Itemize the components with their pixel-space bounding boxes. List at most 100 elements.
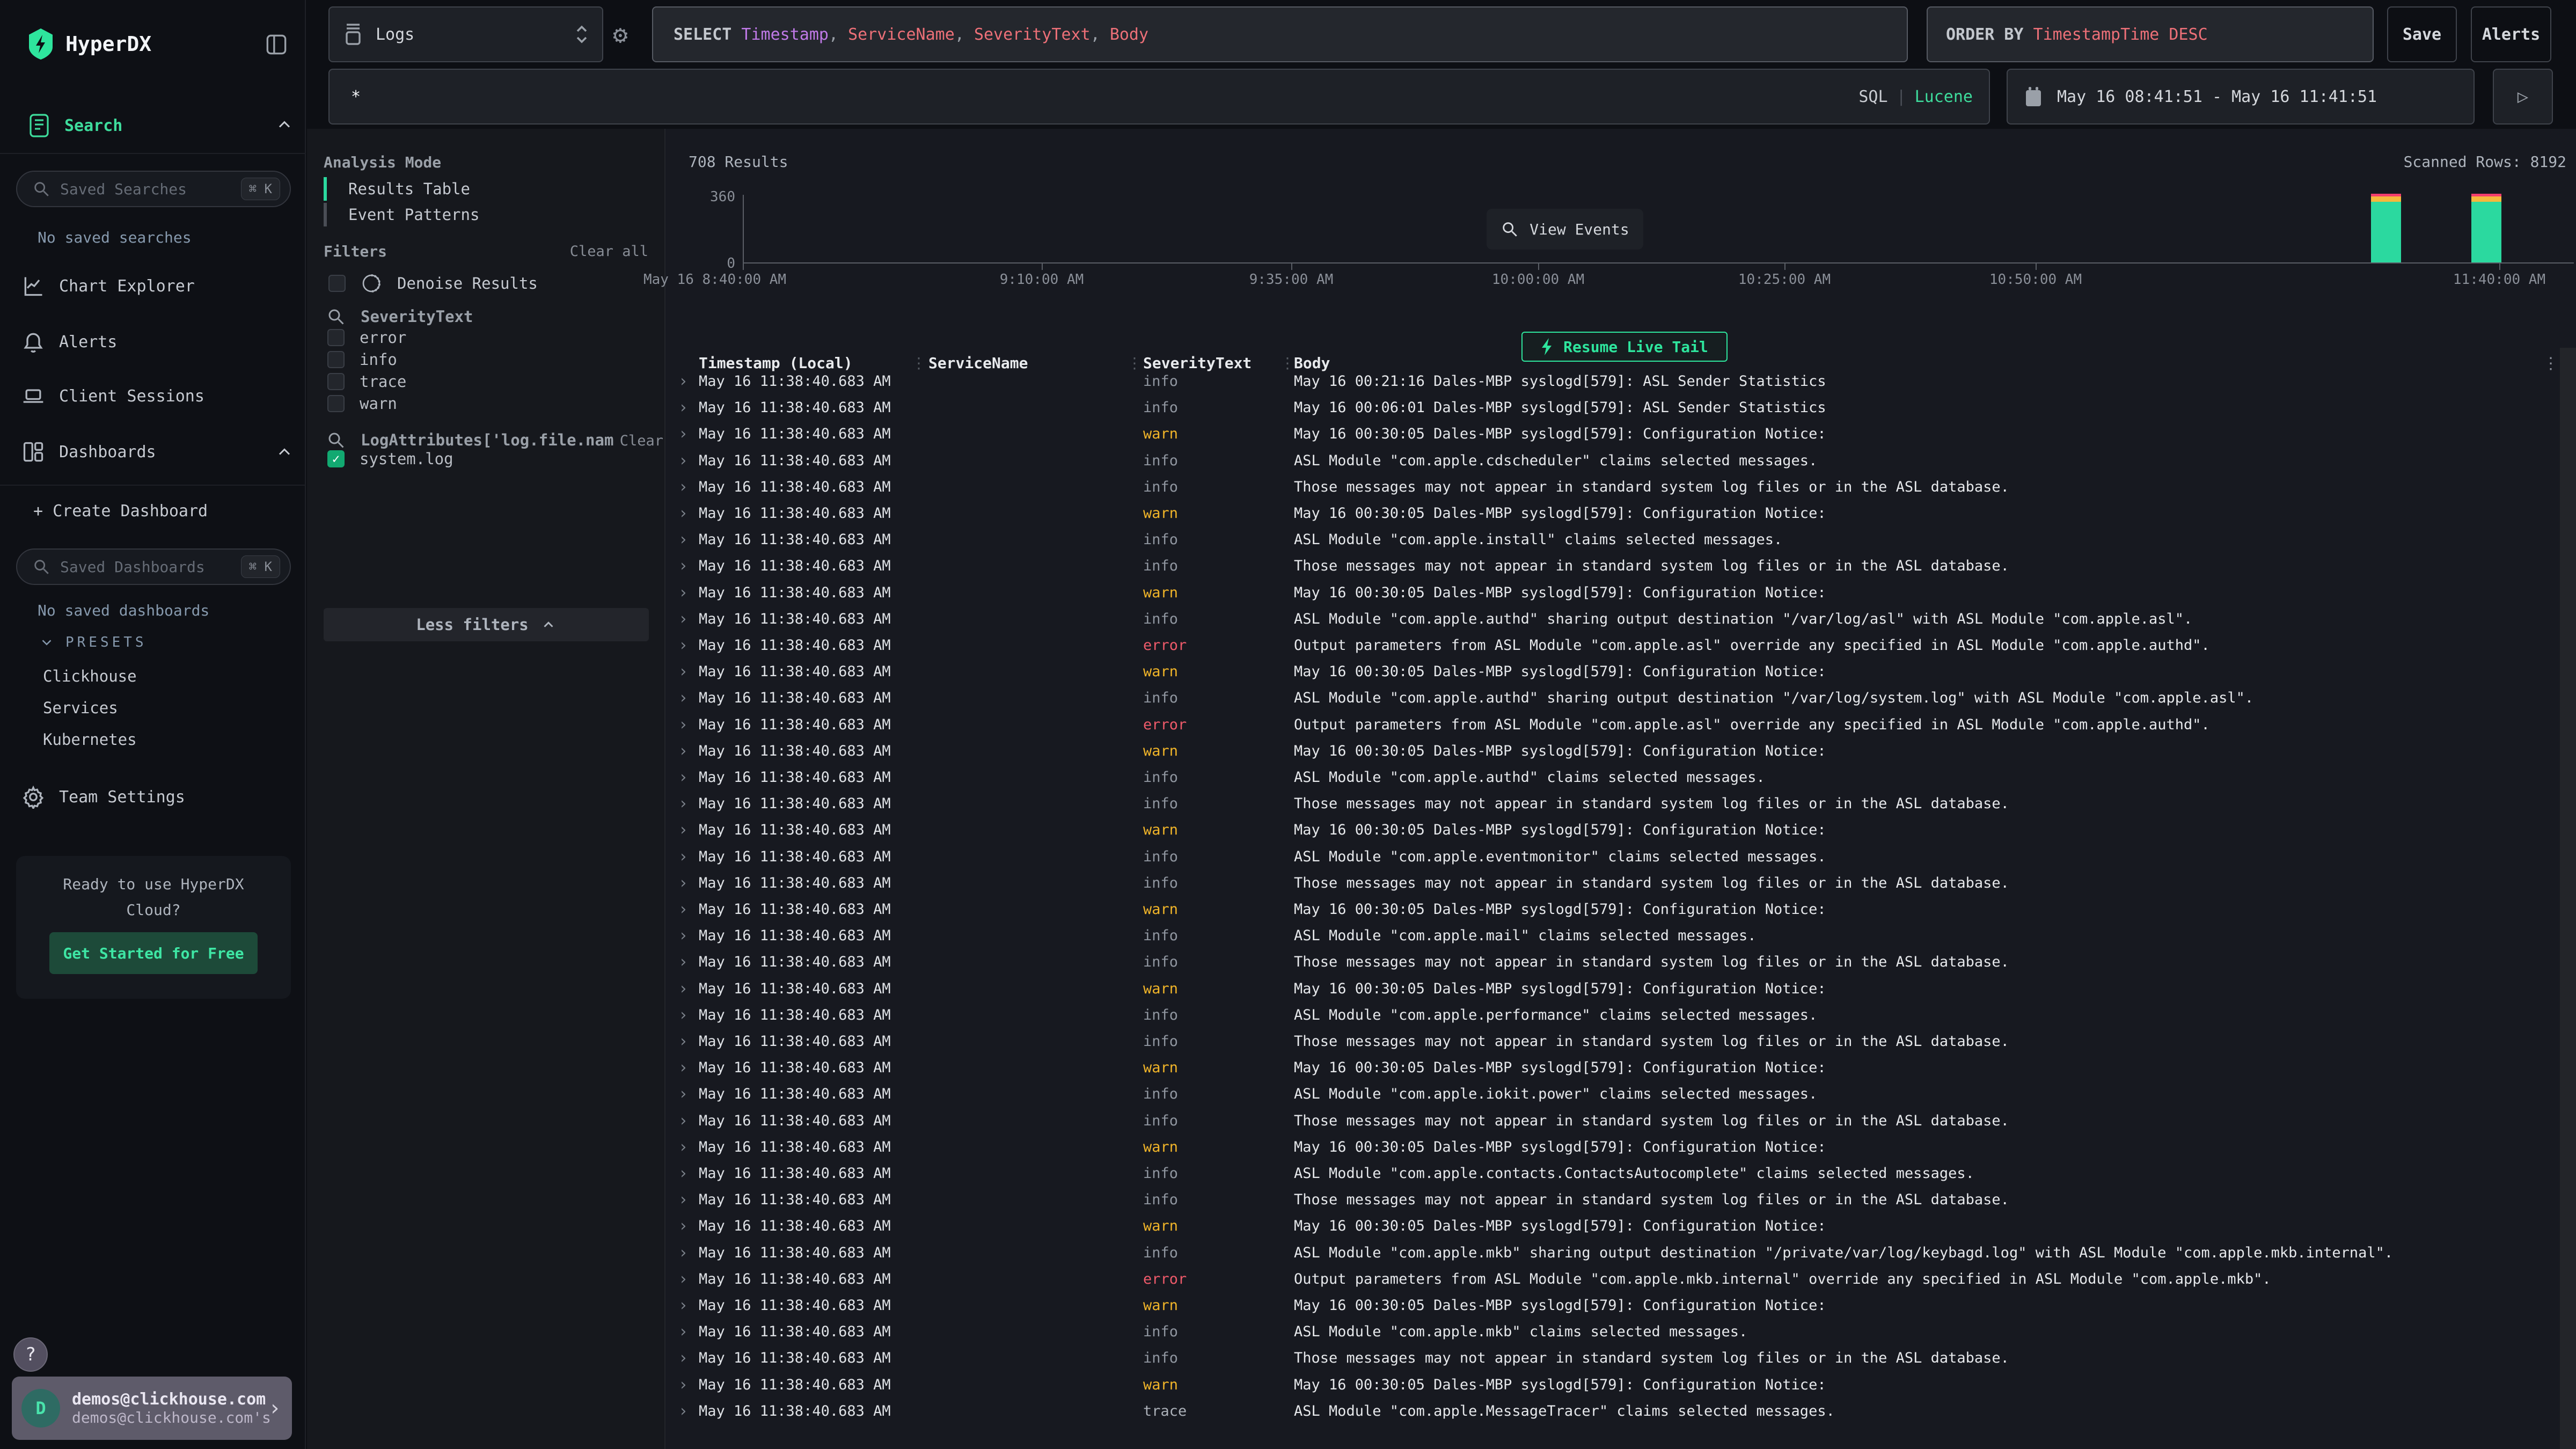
row-expand-chevron-icon[interactable]: › [678, 738, 688, 764]
table-row[interactable]: › May 16 11:38:40.683 AM warn May 16 00:… [665, 738, 2560, 764]
table-row[interactable]: › May 16 11:38:40.683 AM info Those mess… [665, 553, 2560, 579]
language-toggle-lucene[interactable]: Lucene [1915, 87, 1973, 106]
row-expand-chevron-icon[interactable]: › [678, 685, 688, 711]
order-by-input[interactable]: ORDER BY TimestampTime DESC [1927, 6, 2374, 62]
time-range-picker[interactable]: May 16 08:41:51 - May 16 11:41:51 [2007, 69, 2475, 125]
save-button[interactable]: Save [2387, 6, 2457, 62]
preset-item-clickhouse[interactable]: Clickhouse [43, 667, 137, 685]
severity-option-info[interactable]: info [327, 350, 397, 369]
row-expand-chevron-icon[interactable]: › [678, 1292, 688, 1319]
table-row[interactable]: › May 16 11:38:40.683 AM info ASL Module… [665, 844, 2560, 870]
get-started-button[interactable]: Get Started for Free [49, 932, 258, 974]
table-row[interactable]: › May 16 11:38:40.683 AM warn May 16 00:… [665, 1372, 2560, 1398]
severity-option-trace[interactable]: trace [327, 372, 406, 391]
source-settings-gear-icon[interactable]: ⚙ [613, 19, 628, 49]
row-expand-chevron-icon[interactable]: › [678, 1319, 688, 1345]
table-row[interactable]: › May 16 11:38:40.683 AM info ASL Module… [665, 606, 2560, 632]
table-row[interactable]: › May 16 11:38:40.683 AM warn May 16 00:… [665, 1213, 2560, 1239]
row-expand-chevron-icon[interactable]: › [678, 580, 688, 606]
table-row[interactable]: › May 16 11:38:40.683 AM info Those mess… [665, 1187, 2560, 1213]
table-row[interactable]: › May 16 11:38:40.683 AM info May 16 00:… [665, 368, 2560, 394]
sidebar-item-client-sessions[interactable]: Client Sessions [21, 381, 204, 411]
sidebar-item-dashboards[interactable]: Dashboards [21, 437, 156, 467]
row-expand-chevron-icon[interactable]: › [678, 421, 688, 447]
logattr-clear-button[interactable]: Clear [620, 433, 663, 449]
table-scrollbar-track[interactable] [2560, 348, 2576, 1449]
logattr-option-system.log[interactable]: ✓ system.log [327, 450, 453, 468]
row-expand-chevron-icon[interactable]: › [678, 500, 688, 526]
table-row[interactable]: › May 16 11:38:40.683 AM warn May 16 00:… [665, 1055, 2560, 1081]
denoise-checkbox-row[interactable]: Denoise Results [328, 273, 538, 294]
table-row[interactable]: › May 16 11:38:40.683 AM warn May 16 00:… [665, 1134, 2560, 1160]
language-toggle-sql[interactable]: SQL [1858, 87, 1887, 106]
sidebar-item-chart-explorer[interactable]: Chart Explorer [21, 271, 195, 301]
presets-header[interactable]: PRESETS [39, 634, 147, 650]
filter-checkbox[interactable]: ✓ [327, 450, 345, 467]
dashboards-collapse-chevron-icon[interactable] [275, 442, 294, 462]
search-collapse-chevron-icon[interactable] [275, 115, 294, 134]
row-expand-chevron-icon[interactable]: › [678, 1372, 688, 1398]
filter-checkbox[interactable] [327, 329, 345, 346]
row-expand-chevron-icon[interactable]: › [678, 764, 688, 791]
select-clause-input[interactable]: SELECT Timestamp, ServiceName, SeverityT… [652, 6, 1908, 62]
table-row[interactable]: › May 16 11:38:40.683 AM warn May 16 00:… [665, 421, 2560, 447]
table-row[interactable]: › May 16 11:38:40.683 AM warn May 16 00:… [665, 658, 2560, 685]
table-row[interactable]: › May 16 11:38:40.683 AM info Those mess… [665, 791, 2560, 817]
table-row[interactable]: › May 16 11:38:40.683 AM info Those mess… [665, 474, 2560, 500]
row-expand-chevron-icon[interactable]: › [678, 368, 688, 394]
row-expand-chevron-icon[interactable]: › [678, 632, 688, 658]
clear-all-button[interactable]: Clear all [570, 243, 648, 260]
run-query-button[interactable]: ▷ [2493, 69, 2553, 125]
row-expand-chevron-icon[interactable]: › [678, 1002, 688, 1028]
row-expand-chevron-icon[interactable]: › [678, 606, 688, 632]
row-expand-chevron-icon[interactable]: › [678, 474, 688, 500]
table-row[interactable]: › May 16 11:38:40.683 AM info ASL Module… [665, 685, 2560, 711]
sidebar-item-search[interactable]: Search [28, 111, 122, 141]
table-row[interactable]: › May 16 11:38:40.683 AM info ASL Module… [665, 1002, 2560, 1028]
row-expand-chevron-icon[interactable]: › [678, 1108, 688, 1134]
help-button[interactable]: ? [13, 1337, 48, 1372]
severity-option-warn[interactable]: warn [327, 394, 397, 413]
search-query-input[interactable]: * SQL|Lucene [328, 69, 1990, 125]
table-row[interactable]: › May 16 11:38:40.683 AM warn May 16 00:… [665, 976, 2560, 1002]
histogram-bar[interactable] [2371, 129, 2401, 262]
table-row[interactable]: › May 16 11:38:40.683 AM info ASL Module… [665, 1081, 2560, 1107]
filter-checkbox[interactable] [327, 351, 345, 368]
table-row[interactable]: › May 16 11:38:40.683 AM info ASL Module… [665, 1319, 2560, 1345]
table-row[interactable]: › May 16 11:38:40.683 AM warn May 16 00:… [665, 817, 2560, 843]
row-expand-chevron-icon[interactable]: › [678, 844, 688, 870]
row-expand-chevron-icon[interactable]: › [678, 1266, 688, 1292]
row-expand-chevron-icon[interactable]: › [678, 1398, 688, 1424]
sidebar-collapse-icon[interactable] [263, 31, 290, 58]
table-row[interactable]: › May 16 11:38:40.683 AM info ASL Module… [665, 448, 2560, 474]
less-filters-button[interactable]: Less filters [324, 608, 649, 641]
table-row[interactable]: › May 16 11:38:40.683 AM info ASL Module… [665, 923, 2560, 949]
table-row[interactable]: › May 16 11:38:40.683 AM info ASL Module… [665, 764, 2560, 791]
create-dashboard-button[interactable]: + Create Dashboard [33, 496, 208, 526]
filter-checkbox[interactable] [327, 395, 345, 412]
row-expand-chevron-icon[interactable]: › [678, 1134, 688, 1160]
row-expand-chevron-icon[interactable]: › [678, 712, 688, 738]
mode-results-table[interactable]: Results Table [324, 176, 470, 202]
row-expand-chevron-icon[interactable]: › [678, 1345, 688, 1371]
row-expand-chevron-icon[interactable]: › [678, 896, 688, 923]
table-row[interactable]: › May 16 11:38:40.683 AM trace ASL Modul… [665, 1398, 2560, 1424]
row-expand-chevron-icon[interactable]: › [678, 1213, 688, 1239]
row-expand-chevron-icon[interactable]: › [678, 949, 688, 975]
row-expand-chevron-icon[interactable]: › [678, 976, 688, 1002]
saved-searches-input[interactable]: Saved Searches ⌘ K [16, 171, 291, 207]
preset-item-kubernetes[interactable]: Kubernetes [43, 730, 137, 749]
row-expand-chevron-icon[interactable]: › [678, 1240, 688, 1266]
table-row[interactable]: › May 16 11:38:40.683 AM warn May 16 00:… [665, 1292, 2560, 1319]
table-row[interactable]: › May 16 11:38:40.683 AM info Those mess… [665, 1108, 2560, 1134]
filter-checkbox[interactable] [327, 373, 345, 390]
row-expand-chevron-icon[interactable]: › [678, 394, 688, 421]
table-row[interactable]: › May 16 11:38:40.683 AM info ASL Module… [665, 1240, 2560, 1266]
histogram-bar[interactable] [2471, 129, 2501, 262]
table-row[interactable]: › May 16 11:38:40.683 AM info ASL Module… [665, 1160, 2560, 1187]
denoise-checkbox[interactable] [328, 275, 346, 292]
row-expand-chevron-icon[interactable]: › [678, 817, 688, 843]
table-row[interactable]: › May 16 11:38:40.683 AM warn May 16 00:… [665, 500, 2560, 526]
sidebar-item-team-settings[interactable]: Team Settings [21, 782, 185, 812]
table-row[interactable]: › May 16 11:38:40.683 AM info May 16 00:… [665, 394, 2560, 421]
